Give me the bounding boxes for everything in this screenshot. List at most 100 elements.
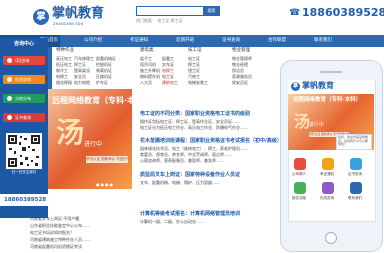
section-line: 电工证分为低压电工作业、高压电工作业、防爆电气作业……: [140, 125, 248, 130]
banner-pagination[interactable]: ●●●●: [96, 182, 114, 187]
search-input[interactable]: [136, 6, 204, 16]
mobile-icon-label: 公司简介: [292, 172, 306, 176]
home-button[interactable]: [325, 232, 337, 244]
qr-code: [6, 133, 42, 169]
qq-icon: [7, 58, 12, 63]
sidebar-title: 咨询中心: [13, 41, 34, 47]
logo[interactable]: 掌: [33, 9, 49, 25]
mobile-icon-label: 联系我们: [348, 196, 362, 200]
category-link[interactable]: 低压电工: [56, 62, 72, 67]
banner-caption: 学历认证 国家承认 可进行学信网查询: [86, 156, 128, 163]
category-link[interactable]: 制冷工: [56, 68, 68, 73]
category-link[interactable]: 电力电缆: [74, 80, 90, 85]
category-link[interactable]: 挖掘机证: [96, 62, 112, 67]
section-line: 计算机一级、二级、办公自动化……: [140, 219, 204, 224]
qq-consult-button[interactable]: QQ咨询: [3, 56, 45, 65]
category-link[interactable]: 物料提升机: [140, 74, 160, 79]
category-link[interactable]: 装载机证: [96, 68, 112, 73]
category-link[interactable]: 架子工: [140, 56, 152, 61]
category-link[interactable]: 电工证: [162, 74, 174, 79]
search-button[interactable]: 搜索: [203, 6, 220, 16]
category-link[interactable]: 焊工证: [74, 62, 86, 67]
notice-icon[interactable]: [322, 158, 334, 170]
button-label: 分校分布: [15, 96, 31, 101]
category-link[interactable]: 八大员: [140, 80, 152, 85]
category-header[interactable]: 技工证: [188, 48, 202, 54]
mobile-icon-label: 报名流程: [292, 196, 306, 200]
section-title[interactable]: 质监局叉车上岗证：国家特种设备作业人员证: [140, 172, 240, 178]
branch-button[interactable]: 分校分布: [3, 94, 45, 103]
news-item[interactable]: 河南省叉车上岗证·不用户籍: [30, 216, 79, 221]
brand-subtitle: ZHANGFAN EDU: [53, 22, 84, 26]
contact-icon[interactable]: [350, 182, 362, 194]
search-icon: [7, 115, 12, 120]
category-link[interactable]: 登高架设: [74, 68, 90, 73]
company-icon[interactable]: [294, 158, 306, 170]
category-link[interactable]: 保安员证: [232, 80, 248, 85]
category-link[interactable]: 起重机械证: [96, 56, 116, 61]
nav-item[interactable]: 考证通知: [130, 35, 148, 47]
section-line: 叉车、起重机械、电梯、锅炉、压力容器……: [140, 180, 220, 185]
mobile-banner-title: 远程网络教育（专科·本科）: [293, 97, 362, 103]
mobile-logo: 掌: [291, 82, 300, 91]
certificate-query-button[interactable]: 证书查询: [3, 113, 45, 122]
category-header[interactable]: 物业管理: [232, 48, 250, 54]
category-link[interactable]: 家政服务员: [232, 74, 252, 79]
category-accent-bar: [48, 47, 52, 89]
chat-popup[interactable]: 您好，欢迎光临掌帆教育，请问有什么可以帮到您？: [336, 134, 372, 150]
category-link[interactable]: 保洁员: [232, 68, 244, 73]
nav-item[interactable]: 合作联盟: [268, 35, 286, 47]
section-title[interactable]: 计算机等级考试报名：计算机网络管理员培训: [140, 211, 240, 217]
phone-speaker: [320, 71, 342, 73]
section-title[interactable]: 花木苗圃培训班课程：国家职业资格证书考试报名（初中/高级）: [140, 138, 282, 144]
category-header[interactable]: 建筑类: [140, 48, 154, 54]
chat-icon: [7, 77, 12, 82]
mobile-banner-big-glyph: 汤: [294, 112, 311, 131]
category-link[interactable]: 建筑电工: [162, 80, 178, 85]
category-link[interactable]: 汽车修理工: [74, 56, 94, 61]
news-item[interactable]: 河南省建筑施工特种作业人员……: [30, 237, 90, 242]
main-nav: 网站首页 公司介绍 考证通知 近期开班 证书查询 合作联盟 联系我们: [0, 35, 384, 47]
process-icon[interactable]: [294, 182, 306, 194]
category-link[interactable]: 电梯安装工: [188, 80, 208, 85]
category-link[interactable]: 汽修工: [188, 74, 200, 79]
category-link[interactable]: 物业经理: [232, 62, 248, 67]
category-link[interactable]: 钳工证: [188, 68, 200, 73]
certificate-icon[interactable]: [350, 158, 362, 170]
online-consult-button[interactable]: 在线咨询: [3, 75, 45, 84]
news-item[interactable]: 山东省职业技能鉴定中心公布……: [30, 223, 90, 228]
nav-item[interactable]: 证书查询: [222, 35, 240, 47]
news-item[interactable]: 电工证书培训如何报名？: [30, 230, 74, 235]
section-line: 操作证包括电工证、焊工证、登高作业证、安全员证……: [140, 119, 240, 124]
category-link[interactable]: 电焊工: [56, 74, 68, 79]
category-link[interactable]: 电焊工: [162, 68, 174, 73]
nav-item[interactable]: 公司介绍: [84, 35, 102, 47]
category-link[interactable]: 安全员: [74, 74, 86, 79]
hot-search-words[interactable]: 热门搜索： 电工证 焊工证: [136, 18, 183, 24]
category-link[interactable]: 叉车证: [162, 62, 174, 67]
category-link[interactable]: 塔吊司机: [140, 62, 156, 67]
category-link[interactable]: 铲车证: [96, 80, 108, 85]
chat-icon[interactable]: [322, 182, 334, 194]
qr-caption: 扫一扫关注我们: [11, 170, 37, 174]
category-link[interactable]: 压路机证: [96, 74, 112, 79]
section-line: 育婴员、保育员、茶艺师、中式烹调师、面点师……: [140, 152, 232, 157]
category-link[interactable]: 施工升降机: [140, 68, 160, 73]
category-header[interactable]: 特种作业: [56, 48, 74, 54]
nav-item[interactable]: 近期开班: [176, 35, 194, 47]
category-link[interactable]: 起重工: [162, 56, 174, 61]
location-icon: [7, 96, 12, 101]
section-line: 园林绿化技术员、电工（维修电工）、焊工、养老护理员……: [140, 146, 248, 151]
category-link[interactable]: 高压电工: [56, 56, 72, 61]
category-link[interactable]: 熔化焊接: [56, 80, 72, 85]
banner-subtitle: 进行中: [84, 141, 103, 148]
section-title[interactable]: 电工证的不同分类：国家职业资格电工证书的级别: [140, 111, 250, 117]
category-link[interactable]: 电工证: [188, 56, 200, 61]
news-item[interactable]: 河南省起重机司机资格证考试: [30, 244, 82, 249]
mobile-icon-label: 证书查询: [348, 172, 362, 176]
category-link[interactable]: 焊工证: [188, 62, 200, 67]
phone-icon: ☎: [289, 8, 301, 18]
mobile-icon-label: 考证通知: [320, 172, 334, 176]
category-link[interactable]: 物业管理师: [232, 56, 252, 61]
nav-item[interactable]: 联系我们: [314, 35, 332, 47]
